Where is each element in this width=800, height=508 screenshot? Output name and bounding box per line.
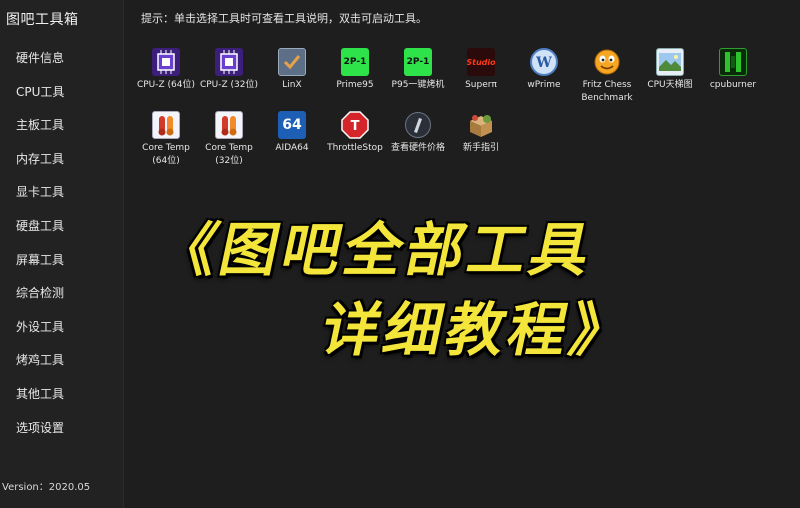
tool-fritz-chess[interactable]: Fritz Chess Benchmark — [575, 48, 639, 105]
tool-cpu-ladder[interactable]: CPU天梯图 — [638, 48, 702, 92]
tool-label: wPrime — [527, 80, 561, 90]
version-label: Version：2020.05 — [2, 482, 91, 493]
tool-linx[interactable]: LinX — [260, 48, 324, 92]
sidebar-item-gpu-tools[interactable]: 显卡工具 — [0, 176, 124, 210]
thermometer-icon — [152, 111, 180, 139]
sidebar: 图吧工具箱 硬件信息 CPU工具 主板工具 内存工具 显卡工具 硬盘工具 屏幕工… — [0, 0, 124, 508]
tool-cpuburner[interactable]: cpuburner — [701, 48, 765, 92]
tool-label: Core Temp (32位) — [205, 143, 253, 166]
tool-label: Core Temp (64位) — [142, 143, 190, 166]
tool-label: P95一键烤机 — [391, 80, 445, 90]
tool-p95-stress[interactable]: 2P-1 P95一键烤机 — [386, 48, 450, 92]
wprime-icon: W — [530, 48, 558, 76]
tool-label: cpuburner — [709, 80, 757, 90]
sidebar-item-other-tools[interactable]: 其他工具 — [0, 378, 124, 412]
throttlestop-letter: T — [351, 119, 360, 134]
tool-label: Superπ — [465, 80, 497, 90]
tool-core-temp-64[interactable]: Core Temp (64位) — [134, 111, 198, 168]
tool-label: CPU-Z (32位) — [199, 80, 259, 90]
aida64-icon: 64 — [278, 111, 306, 139]
cpu-ladder-icon — [656, 48, 684, 76]
sidebar-nav: 硬件信息 CPU工具 主板工具 内存工具 显卡工具 硬盘工具 屏幕工具 综合检测… — [0, 42, 124, 445]
app-title: 图吧工具箱 — [6, 12, 79, 28]
superpi-icon: Studio — [467, 48, 495, 76]
tool-label: ThrottleStop — [327, 143, 383, 153]
sidebar-item-stress-tools[interactable]: 烤鸡工具 — [0, 344, 124, 378]
prime95-icon: 2P-1 — [404, 48, 432, 76]
sidebar-item-memory-tools[interactable]: 内存工具 — [0, 143, 124, 177]
tool-label: 新手指引 — [462, 143, 499, 153]
tool-cpu-z-64[interactable]: CPU-Z (64位) — [134, 48, 198, 92]
sidebar-item-motherboard-tools[interactable]: 主板工具 — [0, 109, 124, 143]
tool-cpu-z-32[interactable]: CPU-Z (32位) — [197, 48, 261, 92]
sidebar-item-comprehensive-test[interactable]: 综合检测 — [0, 277, 124, 311]
main-panel: 提示：单击选择工具时可查看工具说明，双击可启动工具。 CPU-Z (64位) C… — [124, 0, 800, 508]
cpuburner-icon — [719, 48, 747, 76]
sidebar-item-screen-tools[interactable]: 屏幕工具 — [0, 244, 124, 278]
tool-beginner-guide[interactable]: 新手指引 — [449, 111, 513, 155]
tool-aida64[interactable]: 64 AIDA64 — [260, 111, 324, 155]
tool-label: AIDA64 — [275, 143, 309, 153]
tool-price-check[interactable]: 查看硬件价格 — [386, 111, 450, 155]
tool-core-temp-32[interactable]: Core Temp (32位) — [197, 111, 261, 168]
guide-box-icon — [467, 111, 495, 139]
price-check-icon — [404, 111, 432, 139]
sidebar-item-settings[interactable]: 选项设置 — [0, 412, 124, 446]
tool-superpi[interactable]: Studio Superπ — [449, 48, 513, 92]
tool-label: Fritz Chess Benchmark — [581, 80, 633, 103]
sidebar-item-peripheral-tools[interactable]: 外设工具 — [0, 311, 124, 345]
tool-label: 查看硬件价格 — [390, 143, 445, 153]
fritz-chess-icon — [593, 48, 621, 76]
hint-text: 提示：单击选择工具时可查看工具说明，双击可启动工具。 — [141, 12, 427, 25]
thermometer-icon — [215, 111, 243, 139]
sidebar-item-cpu-tools[interactable]: CPU工具 — [0, 76, 124, 110]
tool-prime95[interactable]: 2P-1 Prime95 — [323, 48, 387, 92]
tool-label: LinX — [282, 80, 302, 90]
tool-label: Prime95 — [336, 80, 374, 90]
svg-text:W: W — [535, 55, 552, 71]
linx-icon — [278, 48, 306, 76]
tool-label: CPU-Z (64位) — [136, 80, 196, 90]
tool-wprime[interactable]: W wPrime — [512, 48, 576, 92]
cpu-z-icon — [215, 48, 243, 76]
prime95-icon: 2P-1 — [341, 48, 369, 76]
tool-throttlestop[interactable]: T ThrottleStop — [323, 111, 387, 155]
sidebar-item-hardware-info[interactable]: 硬件信息 — [0, 42, 124, 76]
throttlestop-icon: T — [341, 111, 369, 139]
tool-label: CPU天梯图 — [647, 80, 693, 90]
sidebar-item-disk-tools[interactable]: 硬盘工具 — [0, 210, 124, 244]
cpu-z-icon — [152, 48, 180, 76]
